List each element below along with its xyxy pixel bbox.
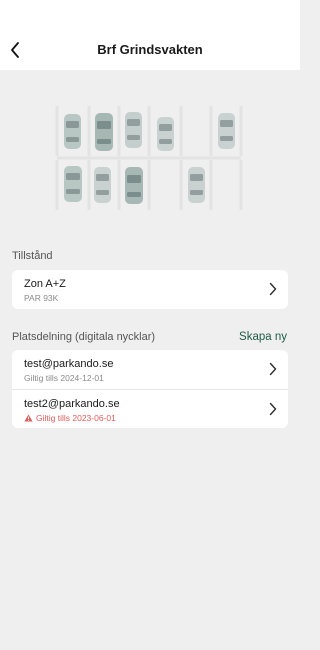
parking-lot-icon — [55, 106, 243, 210]
list-item[interactable]: test@parkando.se Giltig tills 2024-12-01 — [12, 350, 288, 389]
permit-title: Zon A+Z — [24, 278, 66, 290]
permits-section-label: Tillstånd — [12, 250, 53, 262]
chevron-right-icon — [269, 402, 277, 416]
back-button[interactable] — [4, 38, 26, 62]
sharing-card: test@parkando.se Giltig tills 2024-12-01… — [12, 350, 288, 428]
list-item[interactable]: test2@parkando.se Giltig tills 2023-06-0… — [12, 389, 288, 428]
permits-card: Zon A+Z PAR 93K — [12, 270, 288, 309]
chevron-right-icon — [269, 282, 277, 296]
warning-triangle-icon — [24, 414, 33, 422]
permit-subtitle: PAR 93K — [24, 293, 59, 303]
key-validity: Giltig tills 2024-12-01 — [24, 373, 104, 383]
chevron-right-icon — [269, 362, 277, 376]
key-email: test2@parkando.se — [24, 398, 120, 410]
app-header: Brf Grindsvakten — [0, 0, 300, 70]
page-title: Brf Grindsvakten — [97, 42, 203, 57]
key-email: test@parkando.se — [24, 358, 114, 370]
key-validity-expired: Giltig tills 2023-06-01 — [24, 412, 288, 424]
create-new-link[interactable]: Skapa ny — [239, 331, 287, 343]
permit-row[interactable]: Zon A+Z PAR 93K — [12, 270, 288, 309]
key-validity-text: Giltig tills 2023-06-01 — [36, 413, 116, 423]
sharing-section-label: Platsdelning (digitala nycklar) — [12, 331, 156, 343]
chevron-left-icon — [11, 42, 19, 58]
